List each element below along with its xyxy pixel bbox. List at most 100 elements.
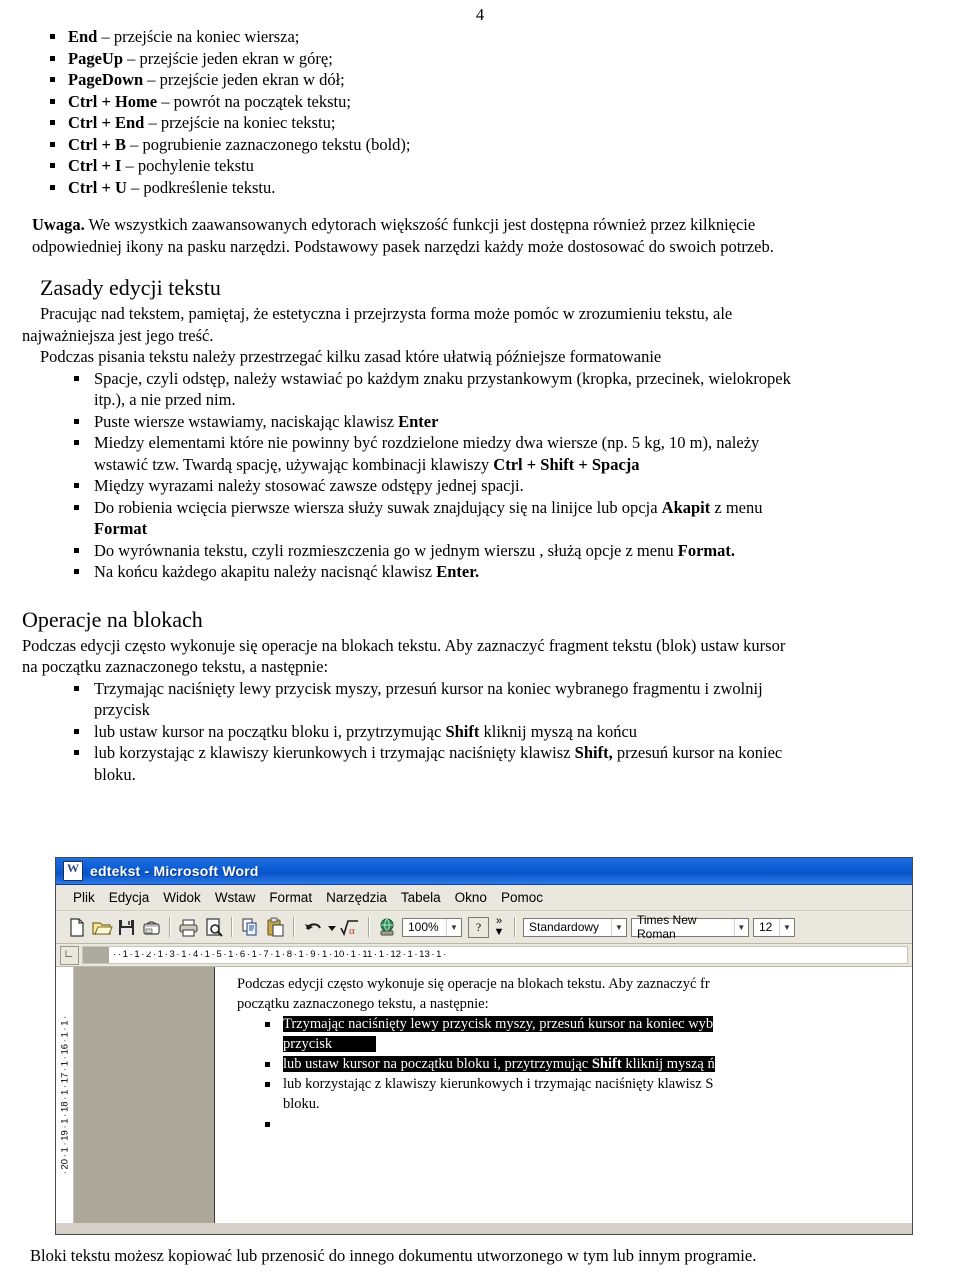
- list-item: Ctrl + End – przejście na koniec tekstu;: [22, 112, 942, 134]
- rule-text-line1: Do robienia wcięcia pierwsze wiersza słu…: [94, 497, 662, 517]
- list-item: Do robienia wcięcia pierwsze wiersza słu…: [22, 497, 942, 540]
- menu-item-okno[interactable]: Okno: [448, 888, 494, 907]
- chevron-down-icon[interactable]: ▼: [611, 918, 626, 936]
- new-document-icon[interactable]: [65, 916, 88, 939]
- block-text-line2: przycisk: [94, 700, 150, 719]
- menu-item-plik[interactable]: Plik: [66, 888, 102, 907]
- rule-text: Do wyrównania tekstu, czyli rozmieszczen…: [94, 540, 678, 560]
- list-item: Ctrl + Home – powrót na początek tekstu;: [22, 91, 942, 113]
- selection-trailing-block: [332, 1036, 376, 1052]
- left-tab-stop-icon[interactable]: ∟: [59, 945, 79, 965]
- rule-key: Akapit: [661, 497, 711, 517]
- horizontal-ruler[interactable]: · · 1 · 1 · 2 · 1 · 3 · 1 · 4 · 1 · 5 · …: [82, 946, 908, 964]
- document-canvas[interactable]: Podczas edycji często wykonuje się opera…: [215, 967, 912, 1223]
- zoom-combo[interactable]: 100% ▼: [402, 917, 462, 937]
- rule-text: Między wyrazami należy stosować zawsze o…: [94, 476, 524, 495]
- figure-caption: Bloki tekstu możesz kopiować lub przenos…: [30, 1246, 757, 1265]
- blocks-intro-line2: na początku zaznaczonego tekstu, a nastę…: [22, 657, 329, 676]
- block-text-post: kliknij myszą na końcu: [479, 721, 638, 741]
- print-icon[interactable]: [177, 916, 200, 939]
- undo-dropdown-icon[interactable]: [326, 916, 337, 939]
- menu-item-narzedzia[interactable]: Narzędzia: [319, 888, 394, 907]
- menu-item-edycja[interactable]: Edycja: [102, 888, 157, 907]
- tab-stop-selector[interactable]: ∟: [56, 944, 82, 966]
- menu-item-tabela[interactable]: Tabela: [394, 888, 448, 907]
- chevron-down-icon[interactable]: ▼: [779, 918, 794, 936]
- shortcut-list: End – przejście na koniec wiersza; PageU…: [22, 26, 942, 198]
- list-item: Miedzy elementami które nie powinny być …: [22, 432, 942, 475]
- block-text-line1-post: przesuń kursor na koniec: [612, 743, 783, 762]
- shortcut-desc: – pochylenie tekstu: [121, 156, 254, 175]
- doc-text: lub korzystając z klawiszy kierunkowych …: [283, 1076, 714, 1092]
- menu-item-wstaw[interactable]: Wstaw: [208, 888, 263, 907]
- shortcut-desc: – przejście na koniec wiersza;: [97, 27, 300, 46]
- page-number: 4: [475, 5, 485, 24]
- document-area[interactable]: · 20 · 1 · 19 · 1 · 18 · 1 · 17 · 1 · 16…: [56, 967, 912, 1223]
- shortcut-desc: – przejście na koniec tekstu;: [144, 113, 336, 132]
- menu-item-widok[interactable]: Widok: [156, 888, 208, 907]
- block-text-line1: Trzymając naciśnięty lewy przycisk myszy…: [94, 678, 763, 698]
- shortcut-desc: – powrót na początek tekstu;: [157, 91, 351, 111]
- word-document-icon: [63, 861, 83, 881]
- font-combo[interactable]: Times New Roman ▼: [631, 913, 749, 941]
- insert-hyperlink-icon[interactable]: [376, 916, 399, 939]
- standard-toolbar[interactable]: α 100% ▼ ? » ▼ Standardowy ▼ Times New Ro…: [56, 911, 912, 944]
- toolbar-separator: [368, 917, 370, 937]
- window-titlebar[interactable]: edtekst - Microsoft Word: [56, 858, 912, 885]
- rule-text: Puste wiersze wstawiamy, naciskając klaw…: [94, 411, 399, 431]
- undo-icon[interactable]: [301, 916, 324, 939]
- doc-line-2: początku zaznaczonego tekstu, a następni…: [237, 996, 489, 1012]
- section-heading-blocks: Operacje na blokach: [22, 606, 203, 632]
- print-preview-icon[interactable]: [202, 916, 225, 939]
- word-application-window[interactable]: edtekst - Microsoft Word Plik Edycja Wid…: [55, 857, 913, 1235]
- shortcut-desc: – podkreślenie tekstu.: [126, 177, 276, 197]
- rule-key-line2: Format: [94, 519, 148, 538]
- blocks-list: Trzymając naciśnięty lewy przycisk myszy…: [22, 678, 942, 786]
- shortcut-key: Ctrl + B: [68, 134, 126, 154]
- chevron-down-icon[interactable]: ▼: [733, 918, 748, 936]
- list-item: Puste wiersze wstawiamy, naciskając klaw…: [22, 411, 942, 433]
- shortcut-key: End: [68, 27, 98, 46]
- shortcut-key: PageDown: [68, 70, 144, 89]
- block-text: lub ustaw kursor na początku bloku i, pr…: [94, 721, 446, 741]
- formula-icon[interactable]: α: [339, 916, 362, 939]
- open-folder-icon[interactable]: [90, 916, 113, 939]
- blocks-intro-line1: Podczas edycji często wykonuje się opera…: [22, 635, 786, 655]
- list-item: Ctrl + I – pochylenie tekstu: [22, 155, 942, 177]
- menu-item-pomoc[interactable]: Pomoc: [494, 888, 550, 907]
- email-icon[interactable]: [140, 916, 163, 939]
- save-disk-icon[interactable]: [115, 916, 138, 939]
- copy-icon[interactable]: [239, 916, 262, 939]
- font-size-combo[interactable]: 12 ▼: [753, 917, 795, 937]
- toolbar-separator: [169, 917, 171, 937]
- rules-intro-line2: najważniejsza jest jego treść.: [22, 325, 214, 345]
- list-item: Trzymając naciśnięty lewy przycisk myszy…: [237, 1014, 912, 1054]
- list-item: lub ustaw kursor na początku bloku i, pr…: [237, 1054, 912, 1074]
- list-item: Trzymając naciśnięty lewy przycisk myszy…: [22, 678, 942, 721]
- shortcut-key: Ctrl + Home: [68, 91, 158, 111]
- shortcut-key: Ctrl + I: [68, 156, 122, 175]
- menu-item-format[interactable]: Format: [262, 888, 319, 907]
- font-size-value: 12: [759, 920, 773, 934]
- toolbar-overflow-chevrons[interactable]: » ▼: [492, 916, 506, 938]
- chevron-down-icon[interactable]: ▼: [446, 918, 461, 936]
- doc-line-1: Podczas edycji często wykonuje się opera…: [237, 976, 710, 992]
- menubar[interactable]: Plik Edycja Widok Wstaw Format Narzędzia…: [56, 885, 912, 911]
- ruler-row[interactable]: ∟ · · 1 · 1 · 2 · 1 · 3 · 1 · 4 · 1 · 5 …: [56, 944, 912, 967]
- doc-selected-text: przycisk: [283, 1036, 333, 1052]
- block-text-line1: lub korzystając z klawiszy kierunkowych …: [94, 743, 575, 762]
- list-item: Ctrl + U – podkreślenie tekstu.: [22, 177, 942, 199]
- rule-text-line1: Miedzy elementami które nie powinny być …: [94, 433, 760, 452]
- horizontal-ruler-ticks: · · 1 · 1 · 2 · 1 · 3 · 1 · 4 · 1 · 5 · …: [113, 949, 447, 960]
- list-item: lub korzystając z klawiszy kierunkowych …: [22, 742, 942, 785]
- rule-text-line1-post: z menu: [710, 497, 763, 517]
- style-combo[interactable]: Standardowy ▼: [523, 917, 627, 937]
- help-question-icon[interactable]: ?: [468, 916, 489, 938]
- paste-icon[interactable]: [264, 916, 287, 939]
- list-item-empty: [237, 1114, 912, 1134]
- rule-text: Na końcu każdego akapitu należy nacisnąć…: [94, 562, 437, 581]
- shortcut-desc: – przejście jeden ekran w górę;: [123, 48, 333, 68]
- shortcut-key: PageUp: [68, 48, 123, 68]
- block-text-line2: bloku.: [94, 764, 136, 784]
- note-text: We wszystkich zaawansowanych edytorach w…: [84, 215, 756, 234]
